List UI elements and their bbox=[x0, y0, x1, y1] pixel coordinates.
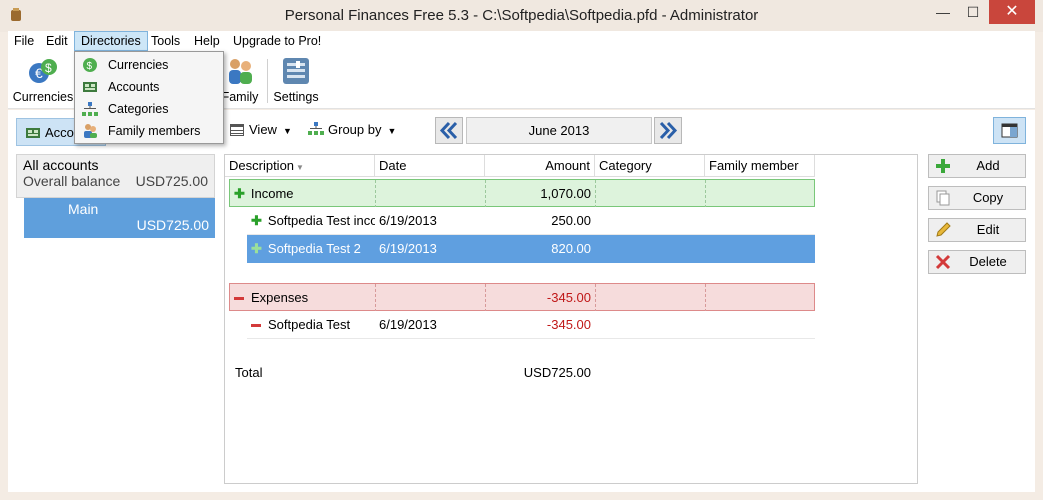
group-by-chevron-down-icon: ▼ bbox=[387, 126, 397, 136]
current-month[interactable]: June 2013 bbox=[466, 117, 652, 144]
collapse-minus-icon bbox=[234, 297, 244, 301]
column-header-family-member[interactable]: Family member bbox=[705, 155, 815, 177]
menu-file[interactable]: File bbox=[8, 31, 40, 51]
table-row[interactable]: Softpedia Test 6/19/2013 -345.00 bbox=[247, 311, 815, 339]
pencil-icon bbox=[936, 222, 951, 237]
panel-layout-button[interactable] bbox=[993, 117, 1026, 144]
income-plus-icon: ✚ bbox=[251, 213, 262, 228]
main-account-name: Main bbox=[68, 201, 99, 217]
menu-tools[interactable]: Tools bbox=[145, 31, 186, 51]
menu-item-accounts[interactable]: Accounts bbox=[75, 76, 223, 98]
delete-x-icon bbox=[935, 254, 951, 270]
view-chevron-down-icon: ▼ bbox=[282, 126, 292, 136]
overall-balance-label: Overall balance bbox=[23, 173, 121, 189]
menu-item-family-members[interactable]: Family members bbox=[75, 120, 223, 142]
grid-header: Description ▼ Date Amount Category Family… bbox=[225, 155, 815, 177]
menu-directories[interactable]: Directories bbox=[74, 31, 148, 51]
income-plus-icon: ✚ bbox=[251, 241, 262, 256]
currency-icon: $ bbox=[83, 58, 97, 72]
delete-button[interactable]: Delete bbox=[928, 250, 1026, 274]
income-group-label: Income bbox=[250, 186, 294, 201]
settings-panel-icon bbox=[283, 58, 309, 84]
svg-text:$: $ bbox=[45, 61, 52, 75]
income-group-row[interactable]: ✚ Income 1,070.00 bbox=[229, 179, 815, 208]
view-label: View bbox=[249, 122, 277, 137]
expand-plus-icon: ✚ bbox=[234, 186, 245, 201]
income-group-total: 1,070.00 bbox=[486, 180, 596, 208]
sort-descending-icon: ▼ bbox=[296, 163, 304, 172]
settings-toolbar-label: Settings bbox=[273, 90, 319, 104]
edit-button[interactable]: Edit bbox=[928, 218, 1026, 242]
main-account-balance: USD725.00 bbox=[136, 217, 209, 233]
categories-icon bbox=[82, 102, 98, 116]
family-members-icon bbox=[84, 124, 97, 138]
expenses-group-row[interactable]: Expenses -345.00 bbox=[229, 283, 815, 312]
all-accounts-label: All accounts bbox=[23, 157, 99, 173]
menu-help[interactable]: Help bbox=[188, 31, 226, 51]
main-content: Accounts View ▼ Group by ▼ June 2013 All… bbox=[8, 110, 1035, 492]
menu-bar: File Edit Directories Tools Help Upgrade… bbox=[8, 31, 1035, 51]
menu-item-categories[interactable]: Categories bbox=[75, 98, 223, 120]
menu-upgrade[interactable]: Upgrade to Pro! bbox=[227, 31, 327, 51]
settings-toolbar-button[interactable]: Settings bbox=[270, 53, 322, 107]
group-by-icon bbox=[308, 122, 324, 135]
next-month-button[interactable] bbox=[654, 117, 682, 144]
menu-item-currencies[interactable]: $ Currencies bbox=[75, 54, 223, 76]
expense-minus-icon bbox=[251, 324, 261, 328]
maximize-button[interactable]: ☐ bbox=[958, 0, 988, 24]
currencies-toolbar-label: Currencies bbox=[12, 90, 74, 104]
svg-text:$: $ bbox=[87, 61, 93, 72]
close-button[interactable]: ✕ bbox=[989, 0, 1035, 24]
total-label: Total bbox=[235, 365, 263, 380]
column-header-amount[interactable]: Amount bbox=[485, 155, 595, 177]
table-row-selected[interactable]: ✚ Softpedia Test 2 6/19/2013 820.00 bbox=[247, 235, 815, 263]
accounts-panel: All accounts Overall balance USD725.00 M… bbox=[16, 154, 215, 238]
minimize-button[interactable]: — bbox=[928, 0, 958, 24]
window-title: Personal Finances Free 5.3 - C:\Softpedi… bbox=[284, 7, 759, 24]
view-icon bbox=[230, 124, 244, 136]
overall-balance-value: USD725.00 bbox=[135, 173, 208, 189]
add-button[interactable]: Add bbox=[928, 154, 1026, 178]
double-chevron-left-icon bbox=[439, 121, 458, 140]
currency-exchange-icon: € $ bbox=[29, 59, 57, 83]
directories-menu: $ Currencies Accounts Categories Family … bbox=[74, 51, 224, 144]
table-row[interactable]: ✚Softpedia Test income 6/19/2013 250.00 bbox=[247, 207, 815, 235]
expenses-group-total: -345.00 bbox=[486, 284, 596, 312]
copy-button[interactable]: Copy bbox=[928, 186, 1026, 210]
column-header-date[interactable]: Date bbox=[375, 155, 485, 177]
group-by-dropdown[interactable]: Group by ▼ bbox=[308, 122, 396, 142]
menu-edit[interactable]: Edit bbox=[40, 31, 74, 51]
copy-icon bbox=[936, 190, 950, 206]
transactions-grid: Description ▼ Date Amount Category Family… bbox=[224, 154, 918, 484]
family-icon bbox=[229, 59, 252, 84]
main-account-item[interactable]: Main USD725.00 bbox=[24, 198, 215, 238]
column-header-description[interactable]: Description ▼ bbox=[225, 155, 375, 177]
group-by-label: Group by bbox=[328, 122, 382, 137]
add-plus-icon bbox=[936, 159, 950, 173]
total-value: USD725.00 bbox=[523, 365, 591, 380]
expenses-group-label: Expenses bbox=[251, 290, 309, 305]
accounts-icon bbox=[26, 128, 40, 138]
toolbar-separator bbox=[267, 59, 268, 103]
double-chevron-right-icon bbox=[659, 121, 678, 140]
title-bar: Personal Finances Free 5.3 - C:\Softpedi… bbox=[0, 0, 1043, 32]
panel-layout-icon bbox=[1001, 123, 1018, 138]
column-header-category[interactable]: Category bbox=[595, 155, 705, 177]
accounts-icon bbox=[83, 82, 97, 92]
view-dropdown[interactable]: View ▼ bbox=[230, 122, 292, 142]
previous-month-button[interactable] bbox=[435, 117, 463, 144]
all-accounts-item[interactable]: All accounts Overall balance USD725.00 bbox=[16, 154, 215, 198]
currencies-toolbar-button[interactable]: € $ Currencies bbox=[12, 53, 74, 107]
